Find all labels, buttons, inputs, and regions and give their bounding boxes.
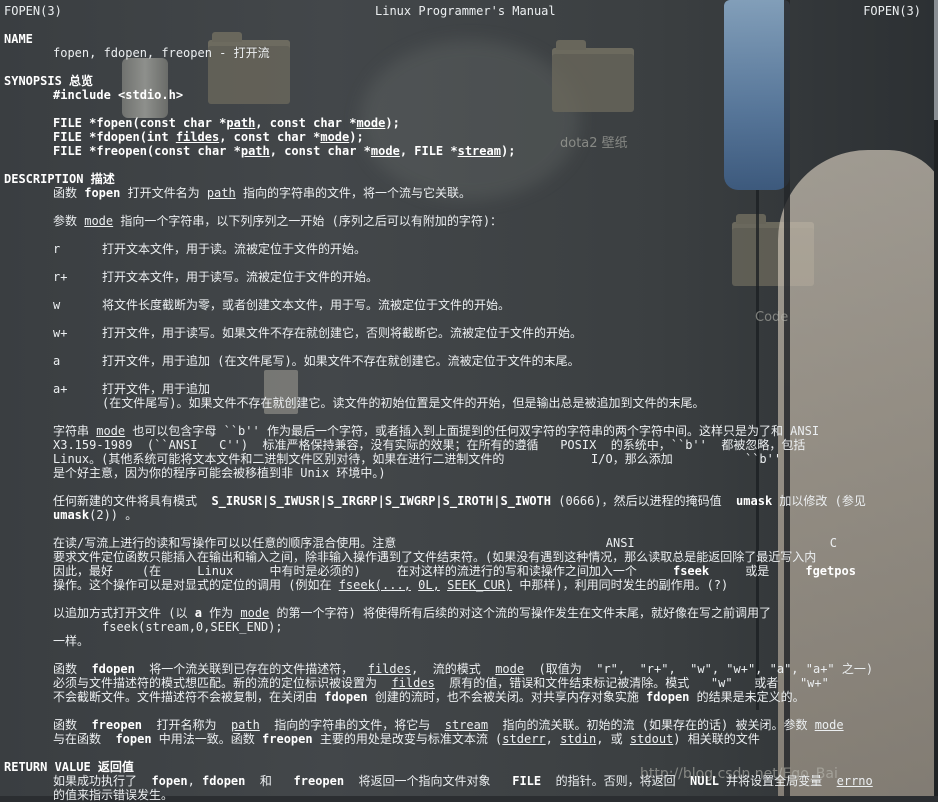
man-header-left: FOPEN(3) bbox=[4, 4, 62, 18]
return-line: 的值来指示错误发生。 bbox=[53, 788, 174, 802]
return-line: 如果成功执行了 fopen, fdopen 和 freopen 将返回一个指向文… bbox=[53, 774, 873, 788]
mode-key: w bbox=[53, 298, 61, 312]
desc-line: 函数 freopen 打开名称为 path 指向的字符串的文件，将它与 stre… bbox=[53, 718, 844, 732]
desc-line: 必须与文件描述符的模式想匹配。新的流的定位标识被设置为 fildes 原有的值，… bbox=[53, 676, 829, 690]
synopsis-fopen: FILE *fopen(const char *path, const char… bbox=[53, 116, 400, 130]
section-heading: SYNOPSIS 总览 bbox=[4, 74, 94, 88]
mode-desc: 将文件长度截断为零，或者创建文本文件，用于写。流被定位于文件的开始。 bbox=[102, 298, 511, 312]
desc-line: 不会截断文件。文件描述符不会被复制，在关闭由 fdopen 创建的流时，也不会被… bbox=[53, 690, 805, 704]
mode-desc: 打开文件，用于读写。如果文件不存在就创建它，否则将截断它。流被定位于文件的开始。 bbox=[102, 326, 583, 340]
desc-line: fseek(stream,0,SEEK_END); bbox=[102, 620, 283, 634]
section-heading: NAME bbox=[4, 32, 33, 46]
synopsis-include: #include <stdio.h> bbox=[53, 88, 184, 102]
terminal-scrollbar[interactable] bbox=[934, 0, 938, 796]
desc-line: 函数 fdopen 将一个流关联到已存在的文件描述符， fildes, 流的模式… bbox=[53, 662, 874, 676]
terminal-man-page[interactable]: FOPEN(3) Linux Programmer's Manual FOPEN… bbox=[0, 0, 938, 802]
synopsis-freopen: FILE *freopen(const char *path, const ch… bbox=[53, 144, 516, 158]
desc-line: 一样。 bbox=[53, 634, 90, 648]
synopsis-fdopen: FILE *fdopen(int fildes, const char *mod… bbox=[53, 130, 364, 144]
mode-key: a+ bbox=[53, 382, 68, 396]
desc-line: 参数 mode 指向一个字符串，以下列序列之一开始 (序列之后可以有附加的字符)… bbox=[53, 214, 503, 228]
desc-line: 字符串 mode 也可以包含字母 ``b'' 作为最后一个字符，或者插入到上面提… bbox=[53, 424, 820, 438]
mode-desc: 打开文件，用于追加 bbox=[102, 382, 211, 396]
man-header: FOPEN(3) Linux Programmer's Manual FOPEN… bbox=[4, 4, 921, 18]
desc-line: 与在函数 fopen 中用法一致。函数 freopen 主要的用处是改变与标准文… bbox=[53, 732, 760, 746]
mode-desc: 打开文本文件，用于读。流被定位于文件的开始。 bbox=[102, 242, 367, 256]
mode-key: a bbox=[53, 354, 61, 368]
desc-line: 是个好主意，因为你的程序可能会被移植到非 Unix 环境中。) bbox=[53, 466, 386, 480]
desc-line: 在读/写流上进行的读和写操作可以以任意的顺序混合使用。注意 ANSI C bbox=[53, 536, 837, 550]
mode-key: w+ bbox=[53, 326, 68, 340]
mode-desc: 打开文本文件，用于读写。流被定位于文件的开始。 bbox=[102, 270, 379, 284]
man-header-right: FOPEN(3) bbox=[863, 4, 921, 18]
desc-line: 因此，最好 (在 Linux 中有时是必须的) 在对这样的流进行的写和读操作之间… bbox=[53, 564, 856, 578]
section-heading: RETURN VALUE 返回值 bbox=[4, 760, 134, 774]
desc-line: X3.159-1989 (``ANSI C'') 标准严格保持兼容，没有实际的效… bbox=[53, 438, 806, 452]
desc-line: umask(2)) 。 bbox=[53, 508, 138, 522]
mode-key: r+ bbox=[53, 270, 68, 284]
mode-key: r bbox=[53, 242, 61, 256]
desc-line: 以追加方式打开文件 (以 a 作为 mode 的第一个字符) 将使得所有后续的对… bbox=[53, 606, 771, 620]
mode-desc: 打开文件，用于追加 (在文件尾写)。如果文件不存在就创建它。流被定位于文件的末尾… bbox=[102, 354, 580, 368]
desc-line: 要求文件定位函数只能插入在输出和输入之间，除非输入操作遇到了文件结束符。(如果没… bbox=[53, 550, 817, 564]
desc-line: 任何新建的文件将具有模式 S_IRUSR|S_IWUSR|S_IRGRP|S_I… bbox=[53, 494, 866, 508]
desc-line: 函数 fopen 打开文件名为 path 指向的字符串的文件，将一个流与它关联。 bbox=[53, 186, 471, 200]
section-heading: DESCRIPTION 描述 bbox=[4, 172, 115, 186]
man-header-title: Linux Programmer's Manual bbox=[375, 4, 556, 18]
name-line: fopen, fdopen, freopen - 打开流 bbox=[53, 46, 270, 60]
scrollbar-thumb[interactable] bbox=[934, 0, 938, 120]
desc-line: Linux。(其他系统可能将文本文件和二进制文件区别对待，如果在进行二进制文件的… bbox=[53, 452, 782, 466]
mode-desc: (在文件尾写)。如果文件不存在就创建它。读文件的初始位置是文件的开始，但是输出总… bbox=[102, 396, 705, 410]
desc-line: 操作。这个操作可以是对显式的定位的调用 (例如在 fseek(..., 0L, … bbox=[53, 578, 729, 592]
